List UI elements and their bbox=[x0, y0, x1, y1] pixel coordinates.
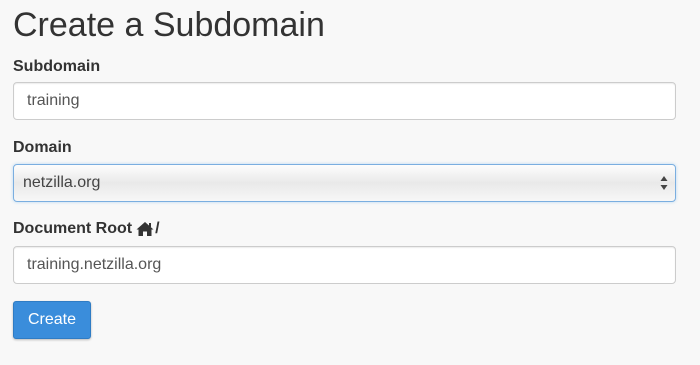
document-root-label: Document Root bbox=[13, 220, 133, 237]
create-button[interactable]: Create bbox=[13, 301, 91, 339]
document-root-input[interactable]: training.netzilla.org bbox=[13, 246, 676, 284]
domain-select-value: netzilla.org bbox=[23, 174, 101, 191]
create-subdomain-page: Create a Subdomain Subdomain training Do… bbox=[0, 0, 700, 365]
subdomain-input[interactable]: training bbox=[13, 82, 676, 120]
domain-label: Domain bbox=[13, 139, 72, 156]
document-root-slash: / bbox=[155, 220, 160, 237]
page-title: Create a Subdomain bbox=[13, 6, 325, 44]
home-icon bbox=[136, 222, 154, 236]
select-arrows-icon bbox=[660, 176, 668, 190]
domain-select[interactable]: netzilla.org bbox=[13, 164, 676, 202]
subdomain-label: Subdomain bbox=[13, 58, 101, 75]
document-root-label-group: Document Root / bbox=[13, 219, 160, 239]
